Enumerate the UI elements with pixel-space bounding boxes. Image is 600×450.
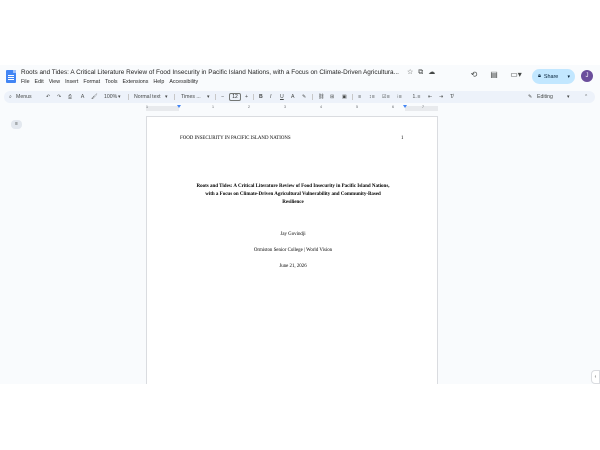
cloud-status-icon[interactable]: ☁ <box>428 68 435 77</box>
line-spacing-icon[interactable]: ↕≡ <box>369 91 375 103</box>
print-icon[interactable]: ⎙ <box>68 91 72 103</box>
chevron-down-icon[interactable]: ▾ <box>165 91 168 103</box>
font-select[interactable]: Times ... <box>181 91 201 103</box>
numbered-list-icon[interactable]: ⒈≡ <box>412 91 420 103</box>
paper-title-line: Resilience <box>282 200 304 205</box>
menu-accessibility[interactable]: Accessibility <box>169 79 198 85</box>
style-select[interactable]: Normal text <box>134 91 161 103</box>
chevron-down-icon[interactable]: ▾ <box>567 91 570 103</box>
font-size-input[interactable]: 12 <box>229 93 241 101</box>
pencil-icon[interactable]: ✎ <box>528 91 532 103</box>
decrease-indent-icon[interactable]: ⇤ <box>428 91 432 103</box>
author-name: Jay Govindji <box>280 232 306 237</box>
comment-icon[interactable]: ⊞ <box>330 91 334 103</box>
lock-icon: 🔒︎ <box>538 73 541 79</box>
ruler-tick: 5 <box>356 105 358 109</box>
spellcheck-icon[interactable]: Ａ <box>80 91 85 103</box>
menus-label[interactable]: Menus <box>16 91 32 103</box>
date: June 21, 2026 <box>279 264 307 269</box>
align-icon[interactable]: ≡ <box>358 91 361 103</box>
right-indent-marker[interactable] <box>403 105 407 108</box>
ruler-tick: 7 <box>422 105 424 109</box>
toolbar: ⌕ Menus ↶ ↷ ⎙ Ａ 🖌︎ 100% ▾ Normal text ▾ … <box>4 91 595 103</box>
document-page[interactable]: FOOD INSECURITY IN PACIFIC ISLAND NATION… <box>146 116 438 384</box>
italic-icon[interactable]: I <box>270 91 271 103</box>
paper-title-line: with a Focus on Climate-Driven Agricultu… <box>205 192 381 197</box>
menu-extensions[interactable]: Extensions <box>122 79 148 85</box>
menu-view[interactable]: View <box>49 79 60 85</box>
google-docs-window: Roots and Tides: A Critical Literature R… <box>0 65 600 384</box>
ruler-tick: 2 <box>248 105 250 109</box>
meet-icon[interactable]: ▭▾ <box>508 70 524 80</box>
menu-tools[interactable]: Tools <box>105 79 117 85</box>
underline-icon[interactable]: U <box>280 91 284 103</box>
clear-formatting-icon[interactable]: T̸ <box>450 91 453 103</box>
chevron-down-icon[interactable]: ▾ <box>207 91 210 103</box>
text-color-icon[interactable]: A <box>291 91 294 103</box>
star-icon[interactable]: ☆ <box>407 68 413 77</box>
history-icon[interactable]: ⟲ <box>468 70 480 80</box>
checklist-icon[interactable]: ☑≡ <box>382 91 390 103</box>
menu-insert[interactable]: Insert <box>65 79 78 85</box>
ruler-tick: 1 <box>212 105 214 109</box>
side-panel-toggle-icon[interactable]: ‹ <box>591 370 600 384</box>
paper-title: Roots and Tides: A Critical Literature R… <box>177 183 409 207</box>
editing-mode-select[interactable]: Editing <box>537 91 553 103</box>
ruler-tick: 3 <box>284 105 286 109</box>
redo-icon[interactable]: ↷ <box>57 91 61 103</box>
bold-icon[interactable]: B <box>259 91 263 103</box>
share-label: Share <box>543 73 559 80</box>
search-icon[interactable]: ⌕ <box>9 91 12 103</box>
hide-menus-chevron-icon[interactable]: ⌃ <box>584 91 588 103</box>
running-head: FOOD INSECURITY IN PACIFIC ISLAND NATION… <box>180 136 291 141</box>
comments-icon[interactable]: ▤ <box>488 70 500 80</box>
document-outline-icon[interactable]: ≡ <box>11 120 22 129</box>
decrease-font-size-icon[interactable]: − <box>221 91 224 103</box>
ruler-tick: 4 <box>320 105 322 109</box>
increase-indent-icon[interactable]: ⇥ <box>439 91 443 103</box>
document-title[interactable]: Roots and Tides: A Critical Literature R… <box>21 69 404 76</box>
ruler-tick: 6 <box>392 105 394 109</box>
docs-logo-icon[interactable] <box>6 70 16 83</box>
menu-bar: File Edit View Insert Format Tools Exten… <box>21 79 198 85</box>
paint-format-icon[interactable]: 🖌︎ <box>91 91 98 103</box>
ruler[interactable]: 1 1 2 3 4 5 6 7 <box>146 105 438 112</box>
highlight-icon[interactable]: ✎ <box>302 91 306 103</box>
image-icon[interactable]: ▣ <box>342 91 347 103</box>
menu-file[interactable]: File <box>21 79 30 85</box>
move-to-folder-icon[interactable]: ⧉ <box>418 68 423 77</box>
share-button[interactable]: 🔒︎ Share ▾ <box>532 69 575 84</box>
ruler-tick: 1 <box>146 105 148 109</box>
page-number: 1 <box>401 136 404 141</box>
left-indent-marker[interactable] <box>177 105 181 108</box>
link-icon[interactable]: ⛓︎ <box>318 91 325 103</box>
menu-format[interactable]: Format <box>83 79 100 85</box>
bulleted-list-icon[interactable]: ⁝≡ <box>397 91 402 103</box>
increase-font-size-icon[interactable]: + <box>245 91 248 103</box>
paper-title-line: Roots and Tides: A Critical Literature R… <box>196 184 390 189</box>
menu-help[interactable]: Help <box>153 79 164 85</box>
chevron-down-icon[interactable]: ▾ <box>567 74 570 80</box>
affiliation: Ormiston Senior College | World Vision <box>253 248 333 253</box>
docs-header: Roots and Tides: A Critical Literature R… <box>0 65 600 89</box>
zoom-select[interactable]: 100% <box>104 91 117 103</box>
avatar[interactable]: J <box>581 70 593 82</box>
chevron-down-icon[interactable]: ▾ <box>118 91 121 103</box>
menu-edit[interactable]: Edit <box>35 79 44 85</box>
undo-icon[interactable]: ↶ <box>46 91 50 103</box>
